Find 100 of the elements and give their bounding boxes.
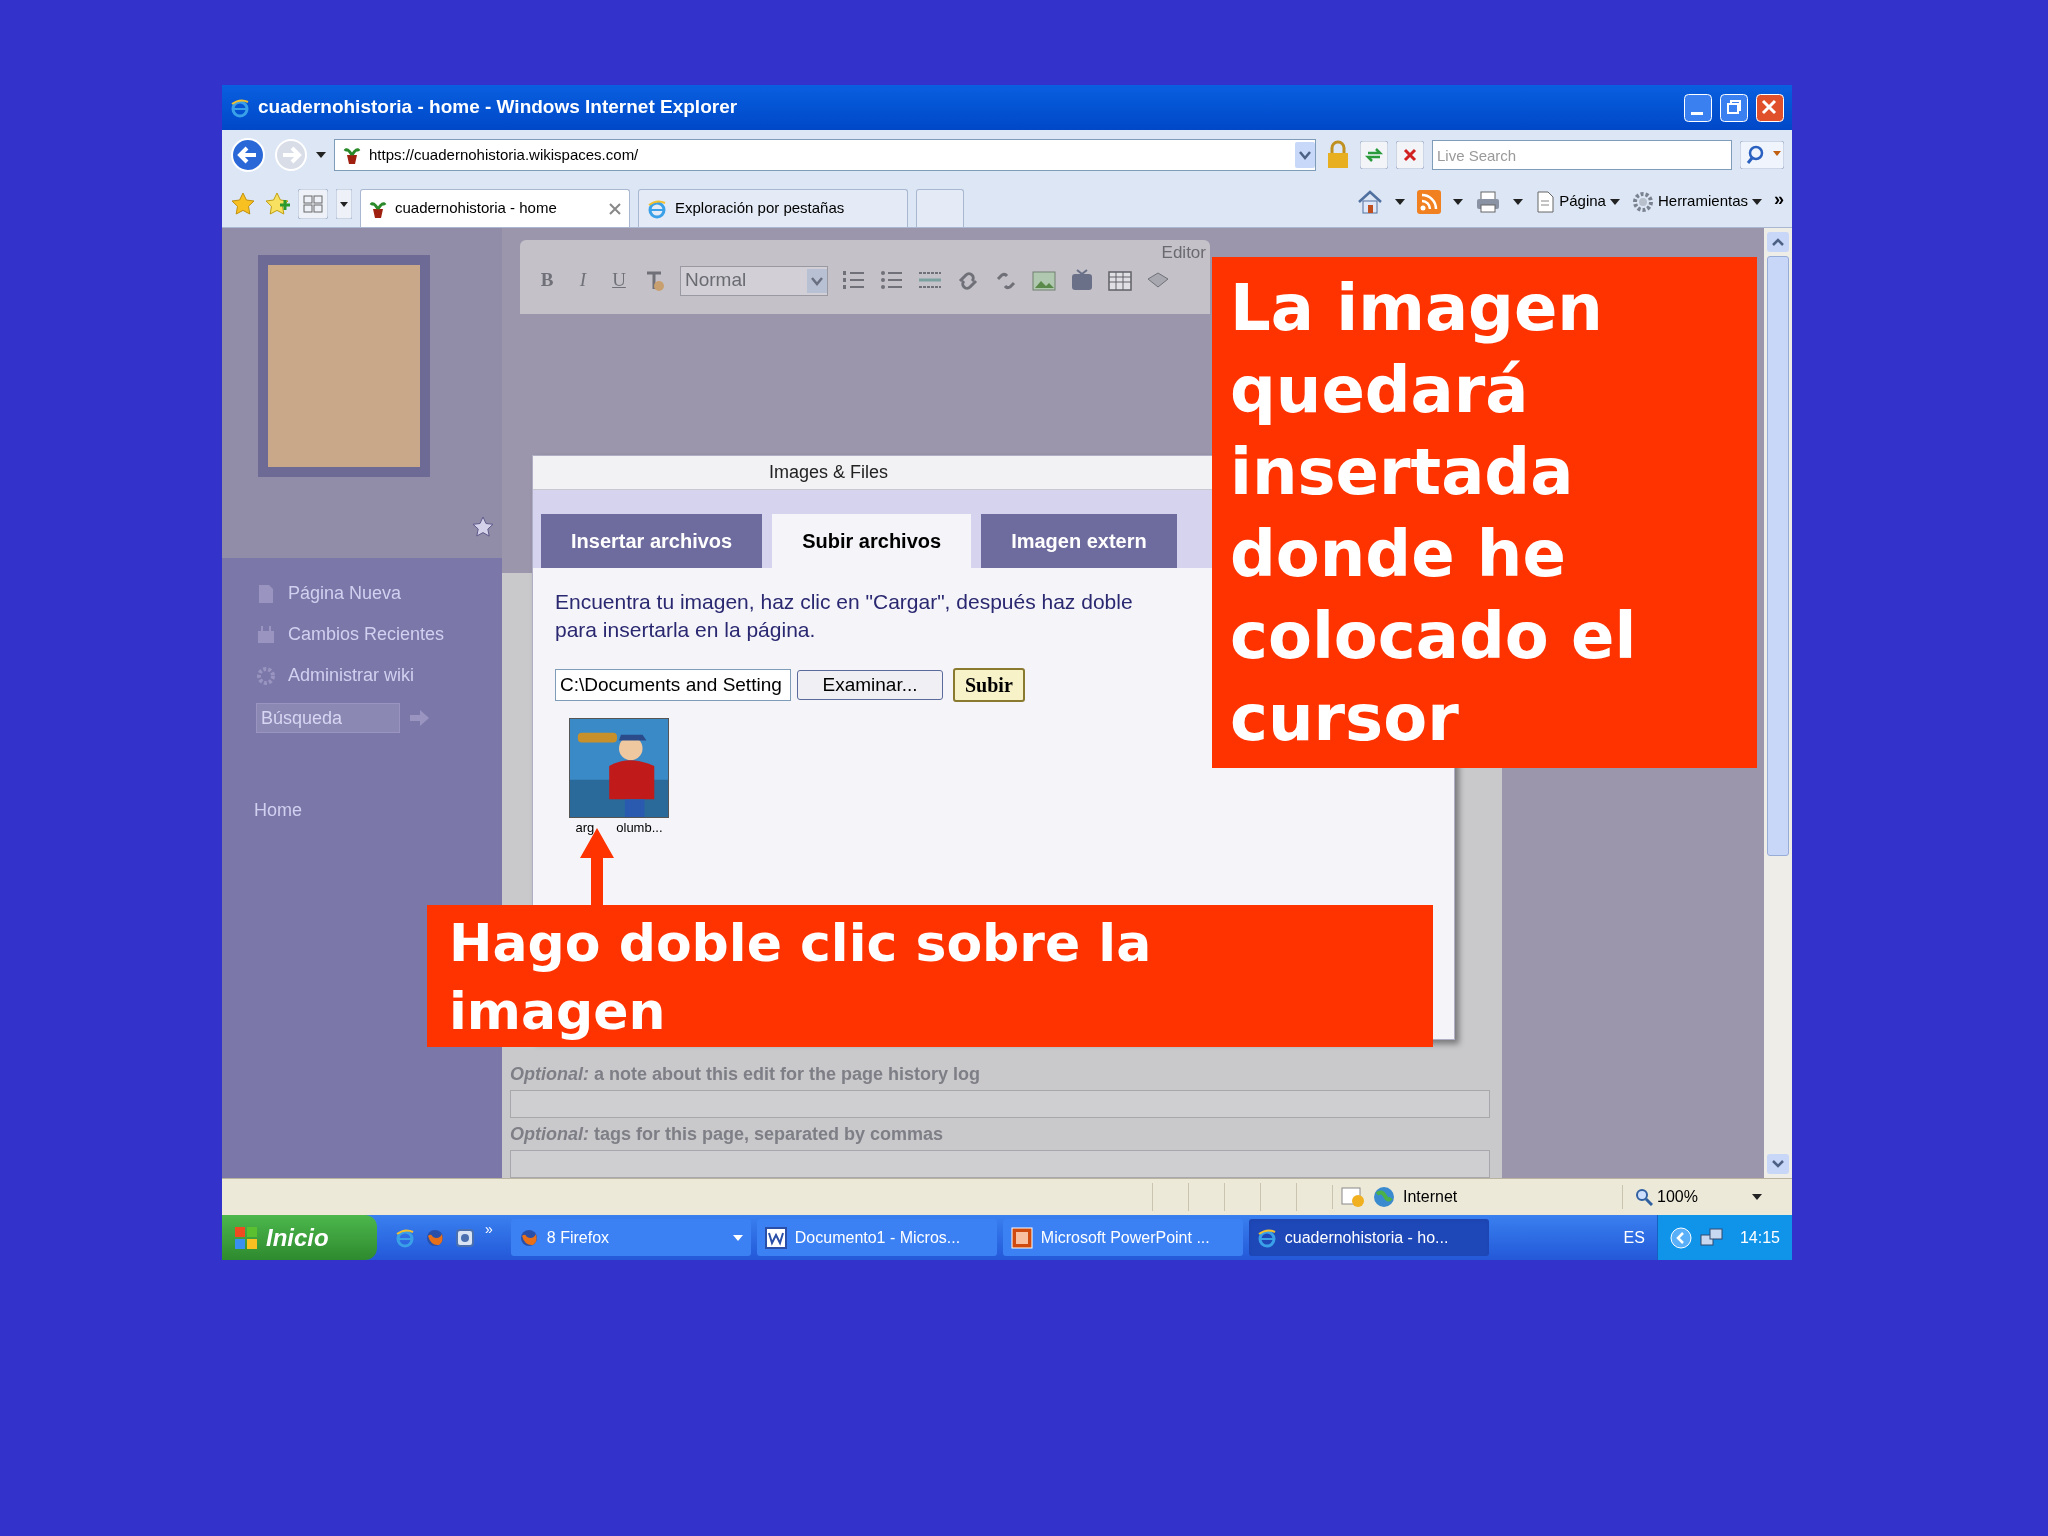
- zoom-icon: [1635, 1188, 1653, 1206]
- window-title: cuadernohistoria - home - Windows Internet Explorer: [258, 95, 739, 120]
- text-field[interactable]: [510, 1150, 1490, 1178]
- firefox-icon[interactable]: [425, 1227, 445, 1248]
- expand-tray-button[interactable]: [1669, 1226, 1692, 1249]
- add-favorite-icon[interactable]: [264, 190, 290, 217]
- format-button[interactable]: I: [572, 266, 594, 295]
- thumbnail-caption: olumb...: [616, 819, 663, 837]
- quick-tabs-button[interactable]: [298, 188, 328, 219]
- taskbar-button[interactable]: cuadernohistoria - ho...: [1248, 1219, 1489, 1256]
- page-icon: [1535, 190, 1556, 213]
- windows-logo-icon: [234, 1225, 258, 1250]
- restore-button[interactable]: [1720, 93, 1748, 122]
- browser-tab[interactable]: Exploración por pestañas: [638, 189, 908, 227]
- sidebar-link[interactable]: Administrar wiki: [256, 662, 502, 689]
- toolbar-menu-button[interactable]: Página: [1535, 190, 1620, 213]
- refresh-button[interactable]: [1360, 141, 1388, 169]
- format-button[interactable]: U: [608, 266, 630, 295]
- dialog-tab[interactable]: Subir archivos: [772, 514, 972, 568]
- scroll-thumb[interactable]: [1767, 256, 1789, 856]
- format-button[interactable]: B: [536, 266, 558, 295]
- caret-icon: [1609, 198, 1620, 205]
- editor-title: Editor: [1161, 242, 1207, 264]
- firefox-icon[interactable]: [518, 1227, 539, 1248]
- printer-icon[interactable]: [1475, 189, 1502, 214]
- text-field[interactable]: [510, 1090, 1490, 1118]
- network-icon[interactable]: [1699, 1226, 1724, 1249]
- document-icon: [764, 1226, 787, 1249]
- scroll-down-icon[interactable]: [1767, 1154, 1789, 1174]
- sidebar-link[interactable]: Home: [254, 797, 502, 824]
- callout-text: La imagen quedará insertada donde he colocado el cursor: [1230, 270, 1638, 757]
- close-button[interactable]: [1756, 93, 1784, 122]
- stop-button[interactable]: [1396, 141, 1424, 169]
- browser-icon[interactable]: [395, 1227, 415, 1248]
- taskbar-button[interactable]: Documento1 - Micros...: [756, 1219, 997, 1256]
- feed-icon[interactable]: [1417, 189, 1442, 214]
- dialog-tab[interactable]: Insertar archivos: [541, 514, 763, 568]
- plant-icon: [343, 145, 361, 165]
- caret-icon: [732, 1234, 743, 1241]
- caret-icon[interactable]: [1395, 198, 1406, 205]
- url-text: https://cuadernohistoria.wikispaces.com/: [369, 144, 640, 165]
- search-button[interactable]: [1740, 141, 1784, 169]
- caret-icon[interactable]: [1513, 198, 1524, 205]
- back-button[interactable]: [230, 137, 266, 173]
- field-label: Optional: a note about this edit for the page history log: [510, 1063, 982, 1085]
- address-field[interactable]: https://cuadernohistoria.wikispaces.com/: [334, 139, 1316, 171]
- slides-icon: [1010, 1226, 1033, 1249]
- search-field[interactable]: Live Search: [1432, 140, 1732, 170]
- cartoon-sailor-picture[interactable]: [569, 718, 669, 818]
- calendar-icon: [256, 624, 276, 645]
- sidebar-link[interactable]: Página Nueva: [256, 580, 502, 607]
- sidebar-link[interactable]: Cambios Recientes: [256, 621, 502, 648]
- browser-icon: [1256, 1227, 1277, 1248]
- scroll-up-icon[interactable]: [1767, 232, 1789, 252]
- clock: 14:15: [1738, 1227, 1780, 1248]
- start-button[interactable]: Inicio: [222, 1215, 377, 1260]
- caret-icon: [1752, 1194, 1762, 1200]
- tab-list-button[interactable]: [336, 188, 352, 219]
- clear-format-icon[interactable]: [644, 269, 666, 292]
- caret-icon: [1752, 198, 1762, 205]
- format-dropdown[interactable]: Normal: [680, 265, 828, 296]
- new-tab-button[interactable]: [916, 189, 964, 227]
- browser-tab[interactable]: cuadernohistoria - home: [360, 189, 630, 227]
- star-icon: [472, 516, 494, 538]
- app-icon[interactable]: [455, 1227, 475, 1248]
- search-field[interactable]: Búsqueda: [256, 703, 400, 733]
- gear-icon: [1631, 190, 1654, 213]
- thumbnail-caption: arg: [575, 819, 595, 837]
- instructions-text: Encuentra tu imagen, haz clic en "Cargar", después haz doble para insertarla en la página.: [555, 589, 1133, 643]
- close-icon[interactable]: [609, 202, 621, 215]
- image-icon[interactable]: [1032, 268, 1056, 293]
- more-chevron[interactable]: »: [485, 1215, 493, 1240]
- caret-icon: [807, 268, 827, 293]
- taskbar-button[interactable]: 8 Firefox: [510, 1219, 751, 1256]
- video-icon[interactable]: [1070, 268, 1094, 293]
- browse-button[interactable]: Examinar...: [797, 670, 943, 700]
- security-icon: [1341, 1186, 1365, 1208]
- star-icon[interactable]: [230, 190, 256, 217]
- home-icon[interactable]: [1357, 189, 1384, 214]
- dropdown-button[interactable]: [1295, 142, 1315, 168]
- minimize-button[interactable]: [1684, 93, 1712, 122]
- toolbar-menu-button[interactable]: Herramientas: [1631, 190, 1762, 213]
- table-icon[interactable]: [1108, 268, 1132, 293]
- dialog-title: Images & Files: [768, 461, 888, 484]
- more-chevron[interactable]: »: [1774, 189, 1784, 208]
- caret-icon[interactable]: [1453, 198, 1464, 205]
- browser-icon: [230, 97, 250, 118]
- caret-icon[interactable]: [316, 152, 326, 158]
- taskbar-button[interactable]: Microsoft PowerPoint ...: [1002, 1219, 1243, 1256]
- zoom-button[interactable]: 100%: [1622, 1185, 1762, 1209]
- scrollbar[interactable]: [1764, 228, 1792, 1178]
- gear-icon: [256, 665, 276, 686]
- browser-icon: [647, 198, 667, 219]
- dialog-tab[interactable]: Imagen extern: [981, 514, 1177, 568]
- globe-icon: [1373, 1186, 1395, 1208]
- language-indicator[interactable]: ES: [1623, 1225, 1657, 1250]
- callout-text: Hago doble clic sobre la imagen: [449, 912, 1153, 1043]
- file-path-field[interactable]: C:\Documents and Setting: [555, 669, 791, 701]
- upload-button[interactable]: Subir: [953, 668, 1025, 702]
- field-label: Optional: tags for this page, separated by commas: [510, 1123, 945, 1145]
